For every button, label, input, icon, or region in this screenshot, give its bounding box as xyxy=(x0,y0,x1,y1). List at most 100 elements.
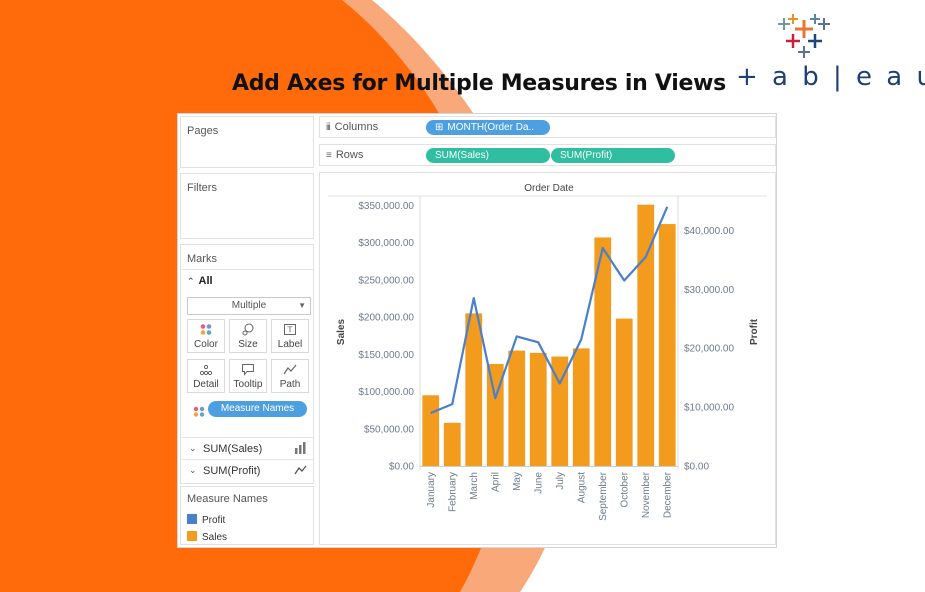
y2-tick-label: $30,000.00 xyxy=(684,285,734,296)
color-dots-icon xyxy=(188,323,224,337)
detail-label: Detail xyxy=(193,379,219,390)
legend-label: Sales xyxy=(202,532,228,543)
chevron-down-icon: ⌄ xyxy=(189,443,197,453)
legend-swatch xyxy=(187,514,197,524)
date-plus-icon: ⊞ xyxy=(435,122,444,133)
detail-icon xyxy=(188,363,224,377)
color-button[interactable]: Color xyxy=(187,319,225,353)
chevron-up-icon: ⌃ xyxy=(187,276,195,286)
measure-names-pill[interactable]: Measure Names xyxy=(208,401,307,417)
legend-title: Measure Names xyxy=(187,493,268,505)
filters-shelf[interactable]: Filters xyxy=(180,173,314,239)
detail-button[interactable]: Detail xyxy=(187,359,225,393)
y2-tick-label: $40,000.00 xyxy=(684,226,734,237)
chevron-down-icon: ⌄ xyxy=(189,465,197,475)
y2-axis-title: Profit xyxy=(749,318,760,345)
bar-february xyxy=(443,422,461,466)
pill-label: MONTH(Order Da.. xyxy=(447,122,535,133)
size-label: Size xyxy=(238,339,258,350)
y2-tick-label: $20,000.00 xyxy=(684,344,734,355)
marks-all-toggle[interactable]: ⌃ All xyxy=(187,275,213,287)
y-axis-title: Sales xyxy=(336,318,347,345)
marks-card: Marks ⌃ All Multiple ▼ Color Size T Label xyxy=(180,244,314,484)
columns-label: Columns xyxy=(334,121,379,133)
bar-august xyxy=(572,348,590,466)
columns-shelf[interactable]: iii Columns ⊞ MONTH(Order Da.. xyxy=(319,116,776,138)
measure-name: SUM(Sales) xyxy=(203,443,263,455)
x-tick-label: January xyxy=(426,472,437,508)
pages-title: Pages xyxy=(187,125,219,137)
bar-january xyxy=(422,395,440,466)
y-tick-label: $100,000.00 xyxy=(358,387,414,398)
x-tick-label: December xyxy=(662,471,673,518)
svg-text:T: T xyxy=(287,326,293,335)
x-tick-label: October xyxy=(619,471,630,507)
label-icon: T xyxy=(272,323,308,337)
label-label: Label xyxy=(277,339,303,350)
rows-pill-sum-sales[interactable]: SUM(Sales) xyxy=(426,148,550,163)
tableau-workspace: Pages Filters Marks ⌃ All Multiple ▼ Colo… xyxy=(177,113,777,548)
y-tick-label: $300,000.00 xyxy=(358,238,414,249)
size-button[interactable]: Size xyxy=(229,319,267,353)
divider xyxy=(181,269,313,270)
marks-sum-profit-row[interactable]: ⌄ SUM(Profit) xyxy=(181,459,313,482)
path-button[interactable]: Path xyxy=(271,359,309,393)
pages-shelf[interactable]: Pages xyxy=(180,116,314,168)
marks-all-label: All xyxy=(198,275,213,287)
filters-title: Filters xyxy=(187,182,217,194)
bar-march xyxy=(465,313,483,466)
x-tick-label: February xyxy=(447,472,458,512)
legend-swatch xyxy=(187,531,197,541)
page-headline: Add Axes for Multiple Measures in Views xyxy=(232,71,726,96)
bar-may xyxy=(508,350,526,466)
color-legend: Measure Names Profit Sales xyxy=(180,486,314,545)
chart-title: Order Date xyxy=(524,183,574,194)
x-tick-label: April xyxy=(490,472,501,492)
marks-title: Marks xyxy=(187,253,217,265)
chevron-down-icon: ▼ xyxy=(298,301,306,310)
tableau-logo: + a b | e a u xyxy=(736,10,925,92)
mark-type-dropdown[interactable]: Multiple ▼ xyxy=(187,297,311,315)
label-button[interactable]: T Label xyxy=(271,319,309,353)
dual-axis-chart: Order Date $0.00 $50,000.00 $100,000.00 $150… xyxy=(328,183,767,521)
path-icon xyxy=(272,363,308,377)
line-mark-icon xyxy=(294,464,307,479)
x-tick-label: July xyxy=(555,472,566,490)
x-tick-label: June xyxy=(533,472,544,494)
rows-icon: ≡ xyxy=(326,150,332,161)
path-label: Path xyxy=(279,379,301,390)
color-label: Color xyxy=(194,339,218,350)
x-tick-label: March xyxy=(469,472,480,500)
chart-view: Order Date $0.00 $50,000.00 $100,000.00 $150… xyxy=(319,172,776,545)
rows-pill-sum-profit[interactable]: SUM(Profit) xyxy=(551,148,675,163)
tooltip-button[interactable]: Tooltip xyxy=(229,359,267,393)
x-tick-label: May xyxy=(512,472,523,491)
y-tick-label: $350,000.00 xyxy=(358,201,414,212)
columns-pill-month[interactable]: ⊞ MONTH(Order Da.. xyxy=(426,120,550,135)
tableau-cross-icon xyxy=(778,14,830,58)
bar-june xyxy=(529,352,547,466)
y-tick-label: $250,000.00 xyxy=(358,275,414,286)
y2-tick-label: $10,000.00 xyxy=(684,403,734,414)
size-icon xyxy=(230,323,266,337)
tableau-wordmark: + a b | e a u xyxy=(736,62,925,92)
tooltip-icon xyxy=(230,363,266,377)
bar-december xyxy=(658,224,676,466)
legend-item-sales[interactable]: Sales xyxy=(187,531,227,543)
rows-label: Rows xyxy=(335,149,364,161)
bar-october xyxy=(615,318,633,466)
y-tick-label: $200,000.00 xyxy=(358,313,414,324)
y-tick-label: $0.00 xyxy=(389,462,414,473)
x-tick-label: November xyxy=(641,471,652,518)
tooltip-label: Tooltip xyxy=(233,379,263,390)
measure-name: SUM(Profit) xyxy=(203,465,261,477)
marks-sum-sales-row[interactable]: ⌄ SUM(Sales) xyxy=(181,437,313,460)
bar-mark-icon xyxy=(294,442,307,457)
x-tick-label: September xyxy=(598,471,609,521)
legend-item-profit[interactable]: Profit xyxy=(187,514,225,526)
y2-tick-label: $0.00 xyxy=(684,462,709,473)
y-tick-label: $50,000.00 xyxy=(364,424,414,435)
rows-shelf[interactable]: ≡ Rows SUM(Sales) SUM(Profit) xyxy=(319,144,776,166)
x-tick-label: August xyxy=(576,472,587,503)
mark-type-value: Multiple xyxy=(231,300,267,311)
